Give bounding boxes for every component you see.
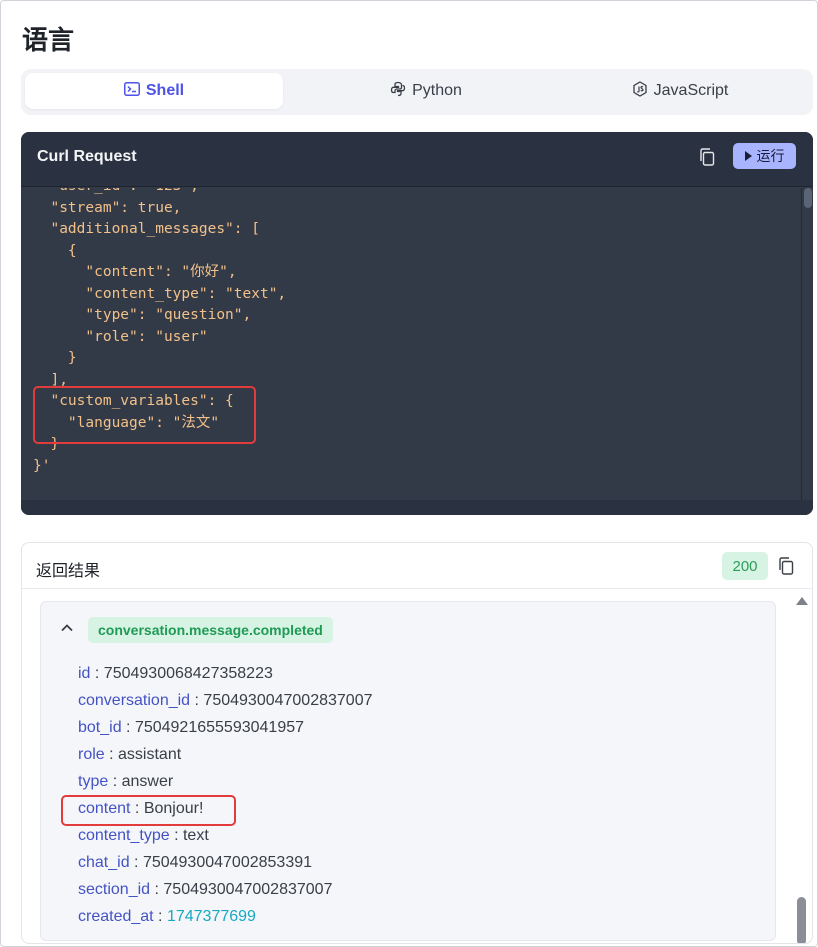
field-value: 7504930068427358223 — [103, 665, 273, 682]
run-button[interactable]: 运行 — [733, 143, 796, 169]
curl-request-panel: Curl Request 运行 "user_id": "123", "strea… — [21, 132, 813, 515]
event-type-badge: conversation.message.completed — [88, 617, 333, 643]
field-value: text — [182, 827, 209, 844]
field-id: id : 7504930068427358223 — [78, 665, 273, 682]
code-editor[interactable]: "user_id": "123", "stream": true, "addit… — [21, 188, 801, 500]
field-key: role — [78, 746, 105, 763]
field-value: 7504930047002853391 — [142, 854, 313, 871]
code-panel-footer — [21, 500, 813, 515]
field-value: 1747377699 — [166, 908, 256, 925]
field-content-type: content_type : text — [78, 827, 209, 844]
field-key: type — [78, 773, 109, 790]
tab-shell-label: Shell — [145, 82, 185, 99]
field-key: id — [78, 665, 91, 682]
tab-shell[interactable]: Shell — [25, 73, 283, 109]
result-scrollbar[interactable] — [792, 589, 812, 943]
python-icon — [390, 81, 406, 102]
tab-python[interactable]: Python — [297, 73, 555, 109]
terminal-icon — [123, 81, 140, 101]
event-card: conversation.message.completed id : 7504… — [40, 601, 776, 941]
code-scrollbar-thumb[interactable] — [804, 188, 812, 208]
copy-icon[interactable] — [699, 148, 715, 166]
field-value: assistant — [118, 746, 182, 763]
field-value: 7504930047002837007 — [203, 692, 373, 709]
tab-python-label: Python — [412, 82, 462, 99]
tab-javascript[interactable]: JavaScript — [551, 73, 809, 109]
field-key: section_id — [78, 881, 151, 898]
field-chat-id: chat_id : 7504930047002853391 — [78, 854, 313, 871]
field-key: content_type — [78, 827, 170, 844]
code-panel-header: Curl Request 运行 — [21, 132, 813, 187]
highlight-custom-variables — [33, 386, 256, 444]
field-role: role : assistant — [78, 746, 182, 763]
code-panel-title: Curl Request — [37, 148, 137, 165]
code-scrollbar[interactable] — [801, 188, 813, 500]
highlight-content-field — [61, 795, 236, 826]
field-key: created_at — [78, 908, 154, 925]
scroll-up-icon[interactable] — [796, 597, 808, 605]
field-section-id: section_id : 7504930047002837007 — [78, 881, 333, 898]
play-icon — [744, 151, 752, 161]
result-title: 返回结果 — [36, 563, 101, 580]
tab-javascript-label: JavaScript — [653, 82, 729, 99]
javascript-icon — [632, 80, 648, 102]
field-key: conversation_id — [78, 692, 191, 709]
field-value: 7504921655593041957 — [134, 719, 305, 736]
page-title: 语言 — [22, 25, 75, 55]
result-header: 返回结果 200 — [22, 543, 812, 589]
field-bot-id: bot_id : 7504921655593041957 — [78, 719, 305, 736]
status-badge: 200 — [722, 552, 768, 580]
result-scrollbar-thumb[interactable] — [797, 897, 806, 943]
language-tabs: Shell Python JavaScript — [21, 69, 813, 115]
copy-result-icon[interactable] — [778, 557, 794, 575]
field-key: bot_id — [78, 719, 122, 736]
field-key: chat_id — [78, 854, 130, 871]
field-value: 7504930047002837007 — [163, 881, 333, 898]
field-type: type : answer — [78, 773, 174, 790]
result-panel: 返回结果 200 conversation.message.completed … — [21, 542, 813, 944]
chevron-up-icon[interactable] — [59, 620, 75, 636]
field-value: answer — [121, 773, 174, 790]
field-created-at: created_at : 1747377699 — [78, 908, 256, 925]
run-button-label: 运行 — [756, 148, 785, 164]
field-conversation-id: conversation_id : 7504930047002837007 — [78, 692, 373, 709]
